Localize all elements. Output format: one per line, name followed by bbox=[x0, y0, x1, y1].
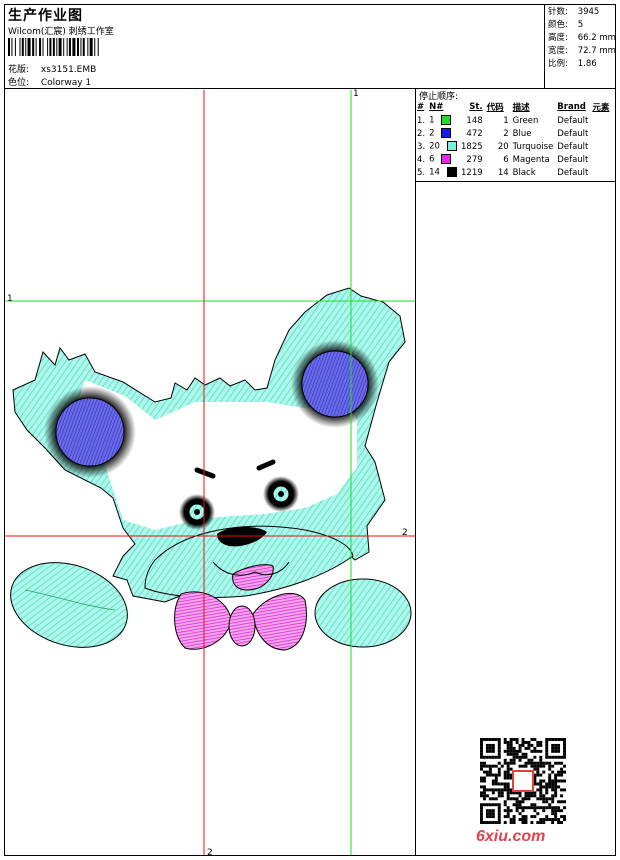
header-divider bbox=[4, 88, 616, 89]
color-swatch bbox=[446, 167, 457, 178]
col-needle: N# bbox=[429, 102, 444, 112]
design-file-row: 花版: xs3151.EMB bbox=[8, 62, 96, 75]
row-brand: Default bbox=[557, 154, 589, 165]
row-needle-number: 1 bbox=[429, 115, 435, 126]
left-ear bbox=[44, 386, 136, 478]
color-swatch bbox=[446, 141, 457, 152]
row-element bbox=[591, 140, 612, 153]
row-needle: 2 bbox=[428, 127, 460, 140]
stat-stitches: 针数: 3945 bbox=[548, 7, 600, 17]
stops-divider bbox=[415, 181, 616, 182]
stop-row: 2. 2 472 2 Blue Default bbox=[416, 127, 612, 140]
row-brand: Default bbox=[557, 128, 589, 139]
col-code: 代码 bbox=[486, 103, 504, 113]
row-needle-number: 20 bbox=[429, 141, 440, 152]
col-description: 描述 bbox=[512, 103, 530, 113]
row-stitches: 1825 bbox=[461, 141, 483, 152]
stop-row: 5. 14 1219 14 Black Default bbox=[416, 166, 612, 179]
color-swatch bbox=[441, 154, 452, 165]
col-index: # bbox=[417, 102, 425, 112]
stop-sequence-table: # N# St. 代码 描述 Brand 元素 1. 1 148 1 Green Def… bbox=[416, 101, 612, 179]
stop-row: 4. 6 279 6 Magenta Default bbox=[416, 153, 612, 166]
row-brand: Default bbox=[557, 167, 589, 178]
row-index: 4. bbox=[417, 154, 426, 165]
guide-label-v2: 2 bbox=[207, 848, 213, 858]
watermark-text: 6xiu.com bbox=[476, 828, 546, 845]
col-stitches: St. bbox=[469, 102, 483, 112]
color-swatch bbox=[441, 128, 452, 139]
seal-stamp-icon bbox=[512, 770, 534, 792]
row-needle: 14 bbox=[428, 166, 460, 179]
row-stitches: 279 bbox=[466, 154, 483, 165]
row-code: 20 bbox=[497, 141, 509, 152]
row-index: 1. bbox=[417, 115, 426, 126]
row-stitches: 472 bbox=[466, 128, 483, 139]
row-description: Black bbox=[512, 167, 536, 178]
row-brand: Default bbox=[557, 115, 589, 126]
row-needle-number: 2 bbox=[429, 128, 435, 139]
row-needle: 6 bbox=[428, 153, 460, 166]
stat-height: 高度: 66.2 mm bbox=[548, 33, 616, 43]
row-element bbox=[591, 127, 612, 140]
row-code: 6 bbox=[503, 154, 509, 165]
row-index: 5. bbox=[417, 167, 426, 178]
row-needle-number: 6 bbox=[429, 154, 435, 165]
row-index: 3. bbox=[417, 141, 426, 152]
guide-label-h2: 2 bbox=[402, 528, 408, 538]
left-eye bbox=[179, 494, 215, 530]
row-stitches: 1219 bbox=[461, 167, 483, 178]
colorway-label: 色位: bbox=[8, 78, 30, 88]
colorway-row: 色位: Colorway 1 bbox=[8, 75, 91, 88]
row-code: 2 bbox=[503, 128, 509, 139]
col-brand: Brand bbox=[557, 102, 586, 112]
right-eye bbox=[263, 476, 299, 512]
row-stitches: 148 bbox=[466, 115, 483, 126]
row-element bbox=[591, 114, 612, 127]
row-description: Blue bbox=[512, 128, 532, 139]
design-stats: 针数: 3945 颜色: 5 高度: 66.2 mm 宽度: 72.7 mm 比… bbox=[548, 6, 616, 71]
row-needle: 20 bbox=[428, 140, 460, 153]
row-code: 14 bbox=[497, 167, 509, 178]
guide-label-h1: 1 bbox=[7, 294, 13, 304]
company-name: Wilcom(汇宸) 刺绣工作室 bbox=[8, 27, 114, 37]
row-needle: 1 bbox=[428, 114, 460, 127]
row-index: 2. bbox=[417, 128, 426, 139]
row-description: Magenta bbox=[512, 154, 550, 165]
row-description: Turquoise bbox=[512, 141, 554, 152]
row-element bbox=[591, 153, 612, 166]
stop-table-header: # N# St. 代码 描述 Brand 元素 bbox=[416, 101, 612, 114]
stats-divider bbox=[544, 4, 545, 88]
stop-row: 1. 1 148 1 Green Default bbox=[416, 114, 612, 127]
stat-width: 宽度: 72.7 mm bbox=[548, 46, 616, 56]
row-code: 1 bbox=[503, 115, 509, 126]
guide-label-v1: 1 bbox=[353, 89, 359, 99]
design-label: 花版: bbox=[8, 65, 30, 75]
row-description: Green bbox=[512, 115, 539, 126]
stat-colors: 颜色: 5 bbox=[548, 20, 584, 30]
design-file: xs3151.EMB bbox=[40, 65, 97, 75]
row-element bbox=[591, 166, 612, 179]
col-element: 元素 bbox=[592, 103, 610, 113]
bow-tie bbox=[174, 591, 307, 651]
right-ear bbox=[291, 340, 379, 428]
stat-scale: 比例: 1.86 bbox=[548, 59, 597, 69]
canvas-divider bbox=[415, 88, 416, 856]
color-swatch bbox=[441, 115, 452, 126]
barcode bbox=[8, 38, 99, 56]
row-brand: Default bbox=[557, 141, 589, 152]
embroidery-canvas bbox=[5, 90, 415, 855]
page-title: 生产作业图 bbox=[8, 8, 83, 24]
right-paw bbox=[314, 578, 412, 648]
row-needle-number: 14 bbox=[429, 167, 440, 178]
colorway-value: Colorway 1 bbox=[40, 78, 92, 88]
stop-row: 3. 20 1825 20 Turquoise Default bbox=[416, 140, 612, 153]
